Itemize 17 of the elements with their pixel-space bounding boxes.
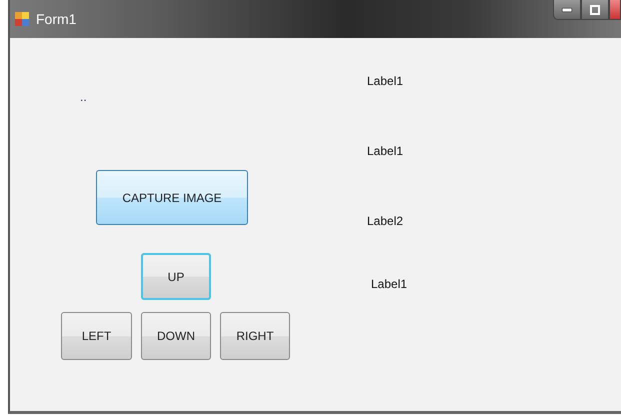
form-button[interactable]: RIGHT [220,312,290,360]
maximize-button[interactable] [581,0,609,20]
text-label: Label1 [367,144,404,158]
form-button[interactable]: UP [141,253,211,300]
form-icon [14,11,30,27]
close-button[interactable] [609,0,621,20]
form-button[interactable]: CAPTURE IMAGE [96,170,248,225]
text-label: Label2 [367,214,404,228]
window-title: Form1 [36,11,76,27]
form-button[interactable]: LEFT [61,312,132,360]
dots-label: .. [80,90,87,104]
text-label: Label1 [367,74,404,88]
maximize-icon [590,4,600,14]
form-button[interactable]: DOWN [141,312,211,360]
minimize-icon [562,8,572,12]
minimize-button[interactable] [553,0,581,20]
text-label: Label1 [371,277,408,291]
